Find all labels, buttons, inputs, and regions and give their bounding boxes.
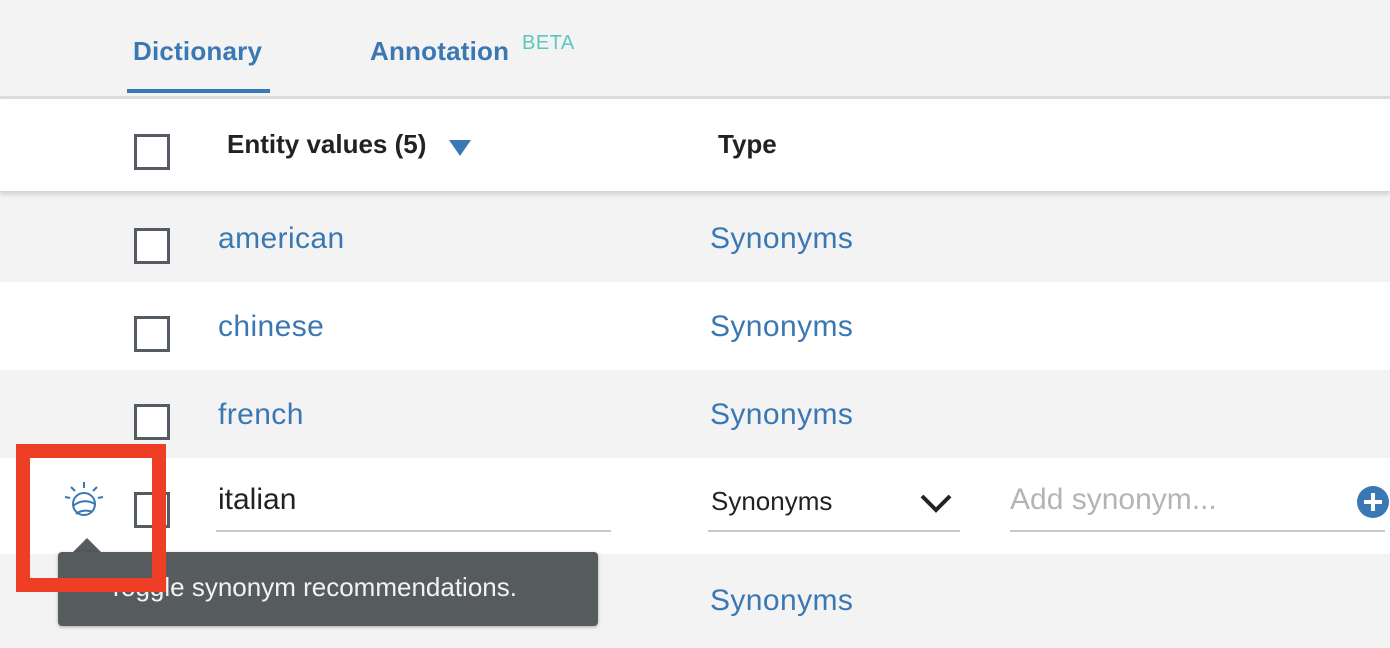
row-checkbox[interactable] (134, 404, 170, 440)
entity-value-input[interactable]: italian (216, 478, 611, 532)
tab-annotation[interactable]: Annotation (370, 36, 509, 67)
add-synonym-placeholder: Add synonym... (1010, 483, 1217, 516)
sort-descending-icon[interactable] (449, 140, 471, 156)
type-column-header: Type (718, 129, 777, 159)
add-synonym-input[interactable]: Add synonym... (1010, 478, 1385, 532)
beta-badge: BETA (522, 32, 575, 54)
row-checkbox[interactable] (134, 228, 170, 264)
entity-value-link[interactable]: chinese (218, 310, 324, 344)
type-select-value: Synonyms (711, 486, 833, 516)
table-row: chinese Synonyms (0, 282, 1390, 370)
table-header (0, 99, 1390, 192)
table-row: french Synonyms (0, 370, 1390, 458)
type-link[interactable]: Synonyms (710, 310, 853, 344)
table-row: american Synonyms (0, 194, 1390, 282)
select-all-checkbox[interactable] (134, 134, 170, 170)
active-tab-indicator (127, 89, 270, 93)
entity-value-link[interactable]: french (218, 398, 304, 432)
type-select[interactable]: Synonyms (708, 478, 960, 532)
add-synonym-button[interactable] (1357, 486, 1389, 518)
type-link[interactable]: Synonyms (710, 584, 853, 618)
tab-bar: Dictionary Annotation BETA (0, 0, 1390, 99)
type-link[interactable]: Synonyms (710, 398, 853, 432)
chevron-down-icon (920, 494, 952, 513)
tooltip-text: Toggle synonym recommendations. (108, 572, 517, 602)
highlight-box (16, 444, 166, 592)
entity-value-input-text: italian (218, 483, 297, 516)
type-link[interactable]: Synonyms (710, 222, 853, 256)
row-checkbox[interactable] (134, 316, 170, 352)
entity-values-column-header[interactable]: Entity values (5) (227, 129, 426, 160)
tab-dictionary[interactable]: Dictionary (133, 36, 262, 67)
entity-value-link[interactable]: american (218, 222, 345, 256)
